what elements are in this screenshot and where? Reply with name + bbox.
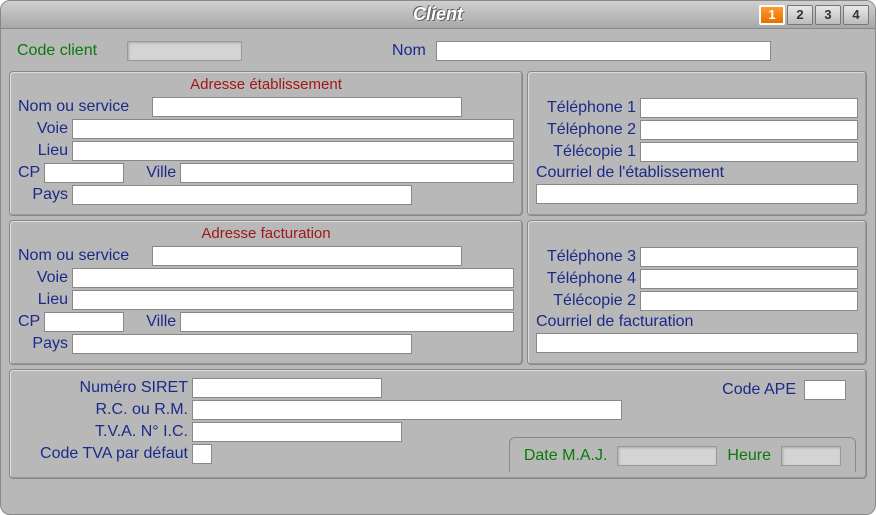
fact-address-panel: Adresse facturation Nom ou service Voie … xyxy=(9,220,523,365)
code-tva-label: Code TVA par défaut xyxy=(20,445,188,463)
etab-pays-input[interactable] xyxy=(72,185,412,205)
fact-email-label: Courriel de facturation xyxy=(536,313,693,331)
client-window: Client 1 2 3 4 Code client Nom Adresse é… xyxy=(0,0,876,515)
fact-voie-label: Voie xyxy=(18,269,68,287)
fact-ville-label: Ville xyxy=(146,313,176,331)
siret-input[interactable] xyxy=(192,378,382,398)
etab-email-input[interactable] xyxy=(536,184,858,204)
etab-lieu-input[interactable] xyxy=(72,141,514,161)
etab-tel2-label: Téléphone 2 xyxy=(536,121,636,139)
fact-tel3-input[interactable] xyxy=(640,247,858,267)
fact-tel4-input[interactable] xyxy=(640,269,858,289)
window-title: Client xyxy=(1,4,875,25)
fact-email-input[interactable] xyxy=(536,333,858,353)
etab-contact-panel: Téléphone 1 Téléphone 2 Télécopie 1 Cour… xyxy=(527,71,867,216)
fact-fax2-label: Télécopie 2 xyxy=(536,292,636,310)
fact-fax2-input[interactable] xyxy=(640,291,858,311)
fact-ville-input[interactable] xyxy=(180,312,514,332)
etab-tel1-input[interactable] xyxy=(640,98,858,118)
fact-nom-service-label: Nom ou service xyxy=(18,247,148,265)
fact-voie-input[interactable] xyxy=(72,268,514,288)
etab-cp-input[interactable] xyxy=(44,163,124,183)
etab-pays-label: Pays xyxy=(18,186,68,204)
fact-cp-label: CP xyxy=(18,313,40,331)
top-row: Code client Nom xyxy=(9,35,867,71)
etab-voie-label: Voie xyxy=(18,120,68,138)
rc-input[interactable] xyxy=(192,400,622,420)
tva-ic-input[interactable] xyxy=(192,422,402,442)
tab-3[interactable]: 3 xyxy=(815,5,841,25)
content-area: Code client Nom Adresse établissement No… xyxy=(1,29,875,514)
code-tva-input[interactable] xyxy=(192,444,212,464)
date-maj-input[interactable] xyxy=(617,446,717,466)
etab-lieu-label: Lieu xyxy=(18,142,68,160)
fact-nom-service-input[interactable] xyxy=(152,246,462,266)
etab-nom-service-label: Nom ou service xyxy=(18,98,148,116)
etab-email-label: Courriel de l'établissement xyxy=(536,164,724,182)
fact-cp-input[interactable] xyxy=(44,312,124,332)
heure-input[interactable] xyxy=(781,446,841,466)
date-maj-label: Date M.A.J. xyxy=(524,447,608,465)
tab-2[interactable]: 2 xyxy=(787,5,813,25)
siret-label: Numéro SIRET xyxy=(20,379,188,397)
etab-header: Adresse établissement xyxy=(18,76,514,93)
bottom-panel: Numéro SIRET R.C. ou R.M. T.V.A. N° I.C.… xyxy=(9,369,867,479)
fact-lieu-label: Lieu xyxy=(18,291,68,309)
code-ape-input[interactable] xyxy=(804,380,846,400)
fact-pays-input[interactable] xyxy=(72,334,412,354)
etab-tel2-input[interactable] xyxy=(640,120,858,140)
rc-label: R.C. ou R.M. xyxy=(20,401,188,419)
tab-4[interactable]: 4 xyxy=(843,5,869,25)
tab-1[interactable]: 1 xyxy=(759,5,785,25)
nom-input[interactable] xyxy=(436,41,771,61)
etab-nom-service-input[interactable] xyxy=(152,97,462,117)
etab-ville-label: Ville xyxy=(146,164,176,182)
etab-fax1-input[interactable] xyxy=(640,142,858,162)
heure-label: Heure xyxy=(727,447,771,465)
fact-lieu-input[interactable] xyxy=(72,290,514,310)
tva-ic-label: T.V.A. N° I.C. xyxy=(20,423,188,441)
etab-cp-label: CP xyxy=(18,164,40,182)
fact-tel4-label: Téléphone 4 xyxy=(536,270,636,288)
fact-contact-panel: Téléphone 3 Téléphone 4 Télécopie 2 Cour… xyxy=(527,220,867,365)
etab-address-panel: Adresse établissement Nom ou service Voi… xyxy=(9,71,523,216)
maj-box: Date M.A.J. Heure xyxy=(509,437,856,472)
code-client-label: Code client xyxy=(17,42,97,60)
etab-tel1-label: Téléphone 1 xyxy=(536,99,636,117)
view-tabs: 1 2 3 4 xyxy=(759,5,869,25)
etab-ville-input[interactable] xyxy=(180,163,514,183)
code-client-input[interactable] xyxy=(127,41,242,61)
code-ape-label: Code APE xyxy=(722,381,796,399)
titlebar: Client 1 2 3 4 xyxy=(1,1,875,29)
fact-header: Adresse facturation xyxy=(18,225,514,242)
fact-tel3-label: Téléphone 3 xyxy=(536,248,636,266)
fact-pays-label: Pays xyxy=(18,335,68,353)
etab-voie-input[interactable] xyxy=(72,119,514,139)
nom-label: Nom xyxy=(392,42,426,60)
etab-fax1-label: Télécopie 1 xyxy=(536,143,636,161)
